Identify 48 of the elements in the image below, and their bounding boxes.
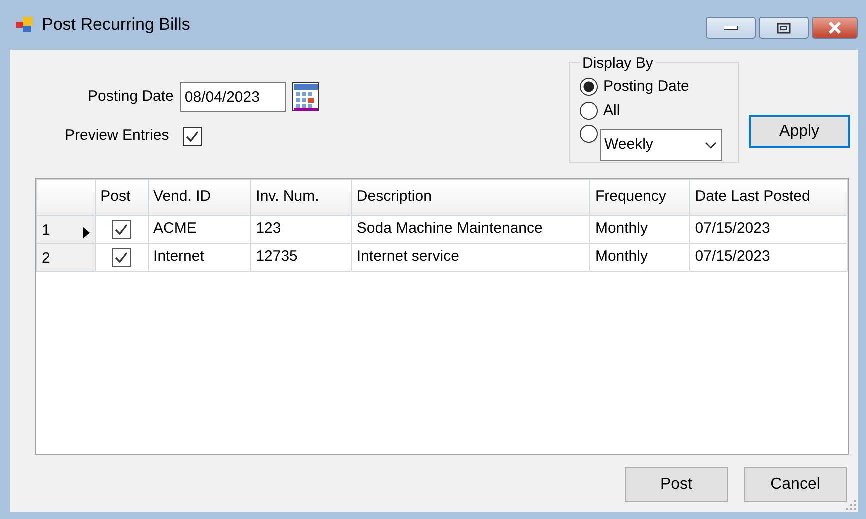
close-icon xyxy=(827,22,843,34)
radio-button[interactable] xyxy=(580,78,598,96)
calendar-icon[interactable] xyxy=(292,82,320,112)
chevron-icon xyxy=(704,142,716,148)
column-header[interactable]: Vend. ID xyxy=(148,180,251,216)
minimize-button[interactable] xyxy=(706,17,756,39)
radio-button[interactable] xyxy=(580,102,598,120)
column-header[interactable]: Date Last Posted xyxy=(690,180,848,216)
maximize-button[interactable] xyxy=(759,17,809,39)
checkbox-label: Preview Entries xyxy=(65,126,170,146)
field-label: Posting Date xyxy=(88,86,174,107)
row-number: 2 xyxy=(42,249,50,269)
row-header[interactable]: 2 xyxy=(36,244,96,272)
row-pointer-icon xyxy=(82,226,90,238)
row-checkbox[interactable] xyxy=(112,220,132,239)
frequency-dropdown[interactable]: Weekly xyxy=(600,129,722,161)
row-number: 1 xyxy=(42,221,50,241)
row-header[interactable]: 1 xyxy=(36,216,96,244)
column-header[interactable]: Description xyxy=(351,180,590,216)
table-cell: Monthly xyxy=(590,244,690,272)
resize-grip-icon xyxy=(846,500,856,510)
dialog-button[interactable]: Cancel xyxy=(744,467,847,502)
radio-label: Posting Date xyxy=(604,76,690,97)
table-cell: 12735 xyxy=(250,244,352,272)
corner-header xyxy=(36,180,96,216)
table-cell: Internet xyxy=(148,244,251,272)
app-icon xyxy=(16,17,34,33)
minimize-icon xyxy=(724,26,738,30)
column-header[interactable]: Post xyxy=(95,180,148,216)
apply-button[interactable]: Apply xyxy=(749,115,850,148)
dialog-button[interactable]: Post xyxy=(625,467,728,502)
table-cell: Soda Machine Maintenance xyxy=(351,216,590,244)
maximize-icon xyxy=(777,22,791,34)
table-cell: Internet service xyxy=(351,244,590,272)
column-header[interactable]: Inv. Num. xyxy=(250,180,352,216)
table-cell: 07/15/2023 xyxy=(690,216,848,244)
table-cell: 123 xyxy=(250,216,352,244)
radio-label: All xyxy=(604,100,620,121)
date-field[interactable]: 08/04/2023 xyxy=(180,82,286,112)
radio-button[interactable] xyxy=(580,125,598,143)
table-cell: 07/15/2023 xyxy=(690,244,848,272)
preview-checkbox[interactable] xyxy=(183,126,202,146)
close-button[interactable] xyxy=(812,17,858,39)
table-cell: ACME xyxy=(148,216,251,244)
row-checkbox[interactable] xyxy=(112,248,132,267)
table-cell: Monthly xyxy=(590,216,690,244)
window-title: Post Recurring Bills xyxy=(42,14,190,36)
column-header[interactable]: Frequency xyxy=(590,180,690,216)
